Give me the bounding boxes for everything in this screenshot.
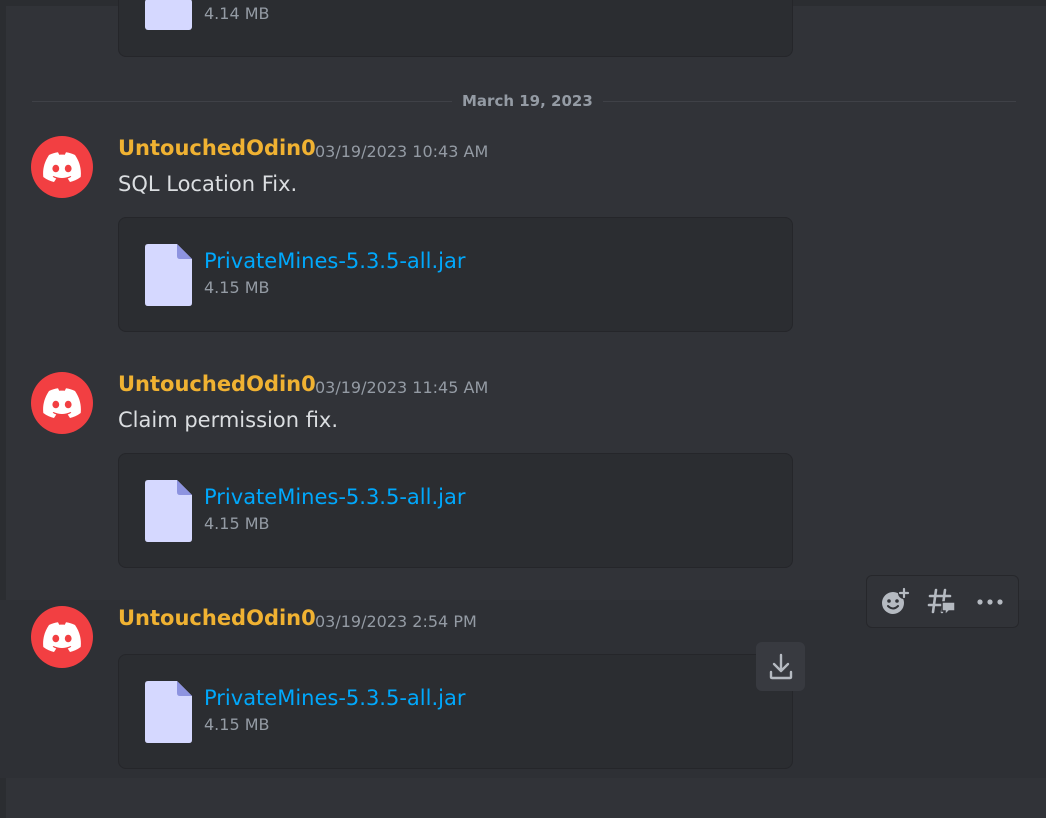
create-thread-icon bbox=[928, 588, 957, 617]
message-content: Claim permission fix. bbox=[118, 408, 339, 432]
discord-logo-icon bbox=[43, 622, 81, 652]
file-attachment: PrivateMines-5.3.5-all.jar 4.15 MB bbox=[118, 217, 793, 332]
discord-logo-icon bbox=[43, 152, 81, 182]
message-author[interactable]: UntouchedOdin0 bbox=[118, 372, 316, 396]
avatar[interactable] bbox=[31, 136, 93, 198]
message-item: UntouchedOdin0 03/19/2023 10:43 AM SQL L… bbox=[0, 130, 1046, 340]
message-timestamp: 03/19/2023 11:45 AM bbox=[315, 378, 489, 397]
file-name-link[interactable]: PrivateMines-5.3.5-all.jar bbox=[204, 686, 465, 710]
file-icon bbox=[145, 0, 192, 30]
message-content: SQL Location Fix. bbox=[118, 172, 298, 196]
message-author[interactable]: UntouchedOdin0 bbox=[118, 606, 316, 630]
download-button[interactable] bbox=[756, 642, 805, 691]
discord-logo-icon bbox=[43, 388, 81, 418]
message-actions-toolbar bbox=[866, 575, 1019, 628]
file-size: 4.15 MB bbox=[204, 514, 270, 533]
message-timestamp: 03/19/2023 10:43 AM bbox=[315, 142, 489, 161]
date-divider-label: March 19, 2023 bbox=[452, 92, 603, 110]
previous-attachment[interactable]: 4.14 MB bbox=[118, 0, 793, 57]
more-options-button[interactable] bbox=[970, 582, 1010, 622]
message-timestamp: 03/19/2023 2:54 PM bbox=[315, 612, 477, 631]
add-reaction-button[interactable] bbox=[875, 582, 915, 622]
download-icon bbox=[769, 653, 792, 679]
file-name-link[interactable]: PrivateMines-5.3.5-all.jar bbox=[204, 485, 465, 509]
file-icon bbox=[145, 480, 192, 542]
avatar[interactable] bbox=[31, 372, 93, 434]
create-thread-button[interactable] bbox=[922, 582, 962, 622]
add-reaction-icon bbox=[881, 586, 910, 614]
more-icon bbox=[977, 598, 1003, 605]
file-attachment: PrivateMines-5.3.5-all.jar 4.15 MB bbox=[118, 654, 793, 769]
file-icon bbox=[145, 681, 192, 743]
file-size: 4.14 MB bbox=[204, 4, 270, 23]
file-size: 4.15 MB bbox=[204, 278, 270, 297]
chat-messages-view: 4.14 MB March 19, 2023 UntouchedOdin0 03… bbox=[0, 0, 1046, 818]
file-size: 4.15 MB bbox=[204, 715, 270, 734]
message-item: UntouchedOdin0 03/19/2023 11:45 AM Claim… bbox=[0, 366, 1046, 576]
avatar[interactable] bbox=[31, 606, 93, 668]
file-icon bbox=[145, 244, 192, 306]
message-author[interactable]: UntouchedOdin0 bbox=[118, 136, 316, 160]
file-name-link[interactable]: PrivateMines-5.3.5-all.jar bbox=[204, 249, 465, 273]
file-attachment: PrivateMines-5.3.5-all.jar 4.15 MB bbox=[118, 453, 793, 568]
